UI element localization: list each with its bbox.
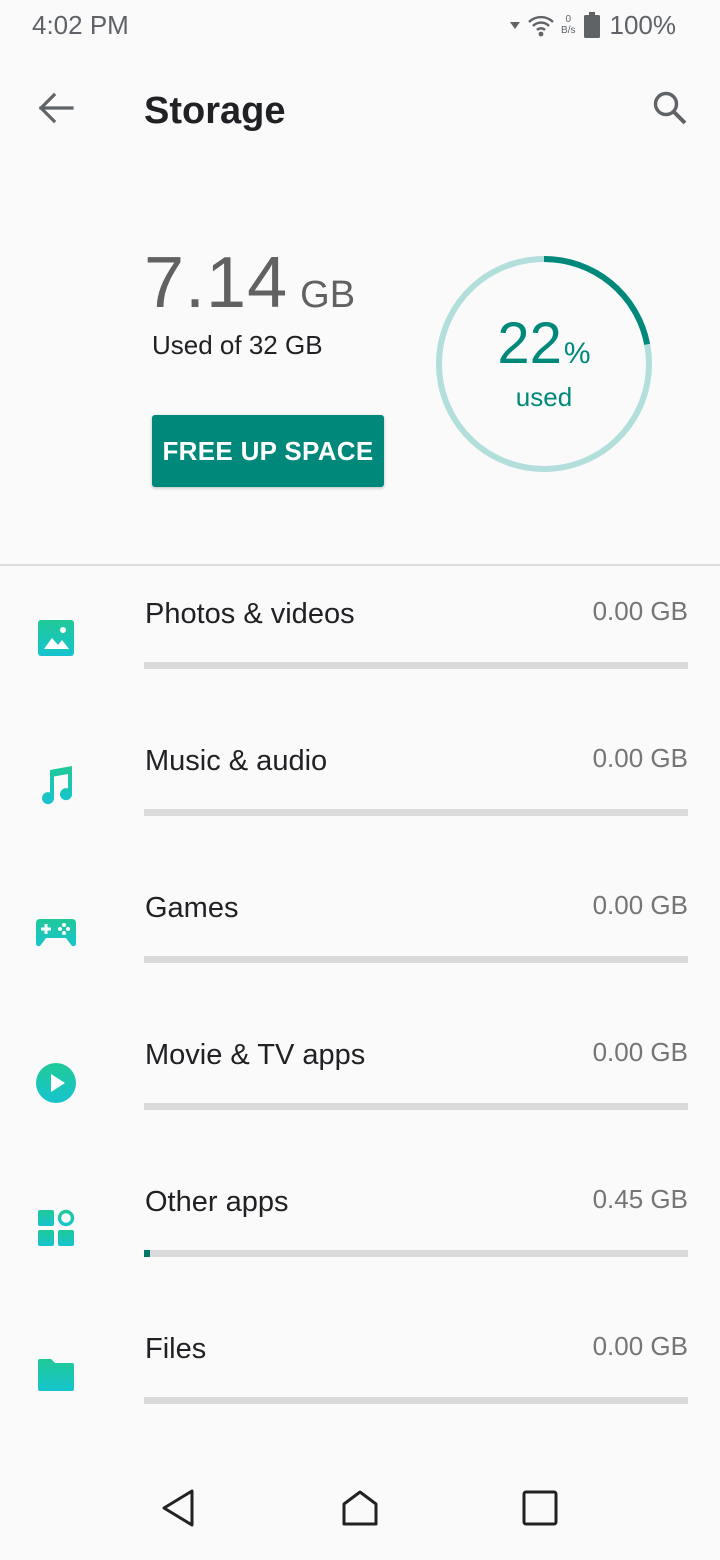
play-circle-icon [34, 1061, 78, 1105]
search-button[interactable] [642, 82, 698, 138]
download-arrow-icon [509, 19, 521, 31]
storage-summary: 7.14 GB Used of 32 GB FREE UP SPACE 22% u… [0, 220, 720, 560]
category-label: Other apps [145, 1186, 289, 1218]
status-icons: 0 B/s 100% [509, 8, 676, 42]
category-size: 0.45 GB [592, 1184, 688, 1214]
category-usage-bar [144, 1397, 688, 1404]
category-other-apps[interactable]: Other apps 0.45 GB [0, 1154, 720, 1301]
category-label: Movie & TV apps [145, 1039, 366, 1071]
category-usage-bar [144, 1250, 688, 1257]
image-icon [34, 616, 78, 660]
net-speed-value: 0 [565, 14, 572, 25]
category-photos-videos[interactable]: Photos & videos 0.00 GB [0, 566, 720, 713]
battery-percent: 100% [609, 9, 677, 40]
nav-home-button[interactable] [328, 1478, 392, 1542]
nav-back-button[interactable] [146, 1478, 210, 1542]
category-usage-bar [144, 1103, 688, 1110]
apps-icon [34, 1206, 78, 1250]
status-time: 4:02 PM [32, 10, 129, 40]
category-size: 0.00 GB [592, 890, 688, 920]
storage-screen: 4:02 PM 0 B/s 100% Storage 7.14 GB Used … [0, 0, 720, 1560]
net-speed-indicator: 0 B/s [561, 14, 575, 36]
app-bar: Storage [0, 64, 720, 156]
back-button[interactable] [30, 84, 82, 136]
battery-icon [583, 12, 600, 38]
category-label: Music & audio [145, 745, 328, 777]
category-label: Photos & videos [145, 598, 355, 630]
status-bar: 4:02 PM 0 B/s 100% [0, 0, 720, 52]
usage-percent-label: used [515, 382, 573, 412]
page-title: Storage [144, 90, 286, 132]
usage-percent-sign: % [563, 337, 591, 370]
category-usage-bar [144, 809, 688, 816]
nav-back-icon [160, 1488, 196, 1533]
category-games[interactable]: Games 0.00 GB [0, 860, 720, 1007]
category-size: 0.00 GB [592, 1037, 688, 1067]
music-note-icon [34, 763, 78, 807]
used-amount: 7.14 GB [144, 242, 355, 324]
category-size: 0.00 GB [592, 743, 688, 773]
category-size: 0.00 GB [592, 1331, 688, 1361]
used-value: 7.14 [144, 243, 289, 323]
nav-home-icon [341, 1489, 379, 1532]
category-list: Photos & videos 0.00 GB Music & audio 0.… [0, 566, 720, 1448]
navigation-bar [0, 1460, 720, 1560]
category-label: Files [145, 1333, 207, 1365]
used-of-total: Used of 32 GB [152, 330, 323, 360]
category-label: Games [145, 892, 239, 924]
search-icon [652, 90, 688, 131]
usage-percent: 22% [434, 310, 654, 377]
usage-percent-value: 22 [497, 311, 562, 376]
wifi-icon [527, 13, 555, 37]
usage-ring: 22% used [434, 254, 654, 474]
used-unit: GB [300, 274, 356, 316]
folder-icon [34, 1353, 78, 1397]
nav-recents-icon [522, 1490, 558, 1531]
category-files[interactable]: Files 0.00 GB [0, 1301, 720, 1448]
category-usage-bar [144, 956, 688, 963]
category-usage-fill [144, 1250, 150, 1257]
arrow-left-icon [38, 92, 74, 129]
gamepad-icon [34, 910, 78, 954]
category-size: 0.00 GB [592, 596, 688, 626]
category-usage-bar [144, 662, 688, 669]
net-speed-unit: B/s [561, 25, 576, 36]
free-up-space-button[interactable]: FREE UP SPACE [152, 415, 384, 487]
nav-recents-button[interactable] [508, 1478, 572, 1542]
category-movie-tv-apps[interactable]: Movie & TV apps 0.00 GB [0, 1007, 720, 1154]
category-music-audio[interactable]: Music & audio 0.00 GB [0, 713, 720, 860]
